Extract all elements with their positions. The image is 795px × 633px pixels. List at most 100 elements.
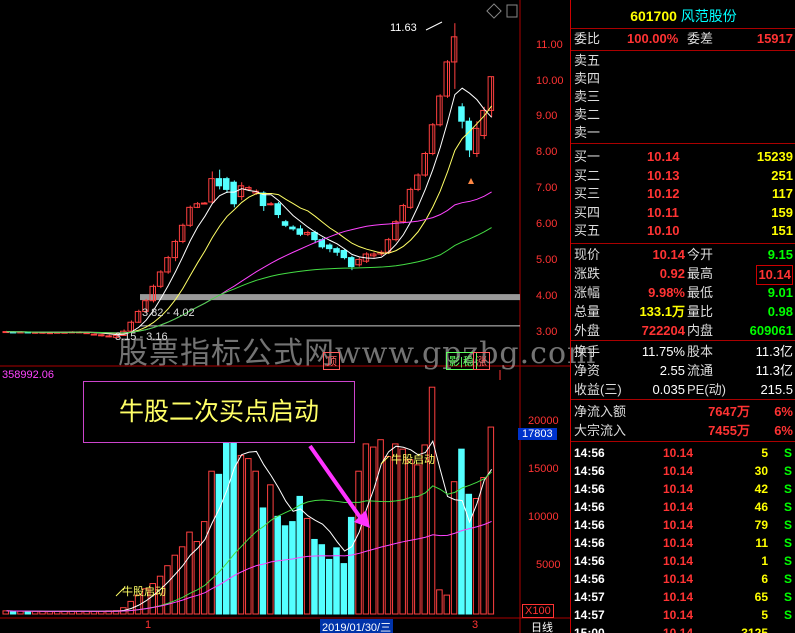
price-axis-label: 3.00 bbox=[536, 326, 558, 338]
volume-bar bbox=[450, 481, 458, 615]
volume-unit: X100 bbox=[522, 604, 554, 618]
volume-bar bbox=[200, 521, 208, 615]
tick-row: 14:56 10.14 30 S bbox=[574, 464, 792, 478]
volume-bar bbox=[171, 554, 179, 615]
tick-row: 14:56 10.14 1 S bbox=[574, 554, 792, 568]
peak-price-label: 11.63 bbox=[390, 22, 417, 34]
tick-row: 14:56 10.14 11 S bbox=[574, 536, 792, 550]
candle-body bbox=[156, 271, 164, 287]
fundamental-row: 换手 11.75% 股本 11.3亿 bbox=[574, 344, 793, 359]
kline-chart-area[interactable]: 股票指标公式网www.gpzbg.com 牛股二次买点启动 11.63 3.82… bbox=[0, 0, 595, 633]
quote-panel: 601700 风范股份 委比 100.00% 委差 15917 卖五 卖四 卖三… bbox=[570, 0, 795, 633]
price-axis-label: 5.00 bbox=[536, 254, 558, 266]
volume-bar bbox=[392, 443, 399, 615]
candle-body bbox=[472, 127, 480, 154]
stock-code: 601700 bbox=[630, 8, 677, 24]
tag-ding[interactable]: 顶 bbox=[323, 352, 340, 370]
candle-body bbox=[90, 333, 98, 336]
annotation-box: 牛股二次买点启动 bbox=[83, 381, 355, 443]
tick-row: 14:56 10.14 42 S bbox=[574, 482, 792, 496]
candle-body bbox=[311, 231, 318, 241]
tick-row: 14:56 10.14 46 S bbox=[574, 500, 792, 514]
candle-body bbox=[392, 221, 399, 241]
volume-bar bbox=[178, 546, 186, 615]
tick-row: 14:56 10.14 79 S bbox=[574, 518, 792, 532]
volume-bar bbox=[370, 446, 377, 615]
ma60-line bbox=[6, 227, 492, 334]
volume-bar bbox=[311, 538, 318, 615]
signal-triangle-icon bbox=[468, 178, 474, 184]
stat-row: 涨跌 0.92 最高 10.14 bbox=[571, 265, 795, 285]
price-axis-label: 4.00 bbox=[536, 290, 558, 302]
flow-row: 大宗流入 7455万 6% bbox=[574, 423, 793, 438]
price-axis-label: 10.00 bbox=[536, 75, 564, 87]
volume-cursor-value: 17803 bbox=[518, 428, 557, 440]
stock-title: 601700 风范股份 bbox=[571, 6, 795, 26]
candle-body bbox=[245, 187, 252, 190]
volume-bar bbox=[90, 610, 98, 615]
volume-bar bbox=[347, 516, 355, 615]
volume-bar bbox=[31, 610, 39, 615]
candle-body bbox=[458, 106, 465, 122]
volume-axis-label: 5000 bbox=[536, 559, 561, 571]
volume-bar bbox=[252, 470, 259, 615]
bid-row: 买五 10.10 151 bbox=[574, 223, 793, 238]
volume-bar bbox=[428, 386, 436, 615]
volume-bar bbox=[303, 517, 311, 615]
volume-bar bbox=[17, 610, 24, 615]
volume-bar bbox=[421, 444, 428, 615]
volume-bar bbox=[333, 547, 340, 615]
ask-row: 卖四 bbox=[574, 71, 601, 86]
tag-zhang[interactable]: 涨 bbox=[473, 352, 490, 370]
ask-row: 卖三 bbox=[574, 89, 601, 104]
volume-bar bbox=[245, 458, 252, 615]
ask-row: 卖二 bbox=[574, 107, 601, 122]
volume-bar bbox=[355, 470, 362, 615]
stat-row: 涨幅 9.98% 最低 9.01 bbox=[574, 285, 793, 300]
volume-bar bbox=[436, 589, 443, 615]
flow-row: 净流入额 7647万 6% bbox=[574, 404, 793, 419]
volume-bar bbox=[325, 558, 333, 615]
volume-bar bbox=[480, 477, 487, 615]
watermark-text: 股票指标公式网www.gpzbg.com bbox=[118, 336, 597, 371]
candle-body bbox=[237, 185, 245, 198]
volume-bar bbox=[296, 495, 303, 615]
bid-row: 买一 10.14 15239 bbox=[574, 149, 793, 164]
price-axis-label: 7.00 bbox=[536, 182, 558, 194]
x-tick-1: 1 bbox=[145, 619, 152, 631]
candle-body bbox=[421, 153, 428, 176]
candle-body bbox=[193, 203, 201, 208]
volume-axis-label: 20000 bbox=[528, 415, 559, 427]
candle-body bbox=[267, 203, 274, 206]
kline-chart[interactable] bbox=[0, 0, 570, 633]
candle-body bbox=[83, 332, 90, 335]
candle-body bbox=[414, 174, 421, 190]
candle-body bbox=[370, 253, 377, 257]
volume-bar bbox=[289, 521, 296, 615]
candle-body bbox=[333, 248, 340, 253]
wei-bi-row: 委比 100.00% 委差 15917 bbox=[574, 31, 793, 46]
volume-bar bbox=[362, 443, 370, 615]
bid-row: 买三 10.12 117 bbox=[574, 186, 793, 201]
candle-body bbox=[134, 310, 142, 323]
volume-bar bbox=[472, 498, 480, 615]
volume-axis-label: 10000 bbox=[528, 511, 559, 523]
stock-name: 风范股份 bbox=[680, 8, 737, 24]
stat-row: 现价 10.14 今开 9.15 bbox=[574, 247, 793, 262]
stat-row: 外盘 722204 内盘 609061 bbox=[574, 323, 793, 338]
volume-bar bbox=[193, 541, 201, 615]
tick-row: 15:00 10.14 3125 bbox=[574, 626, 768, 633]
candle-body bbox=[215, 178, 223, 187]
volume-bar bbox=[443, 594, 450, 615]
candle-body bbox=[208, 178, 215, 203]
daily-tab[interactable]: 日线 bbox=[531, 619, 553, 633]
volume-bar bbox=[259, 507, 267, 615]
volume-bar bbox=[281, 525, 289, 615]
candle-body bbox=[487, 76, 495, 111]
candle-body bbox=[436, 95, 443, 126]
volume-bar bbox=[267, 484, 274, 615]
bid-row: 买四 10.11 159 bbox=[574, 204, 793, 220]
date-cursor-label: 2019/01/30/三 bbox=[320, 619, 394, 633]
candle-body bbox=[443, 61, 450, 97]
candle-body bbox=[450, 36, 458, 63]
